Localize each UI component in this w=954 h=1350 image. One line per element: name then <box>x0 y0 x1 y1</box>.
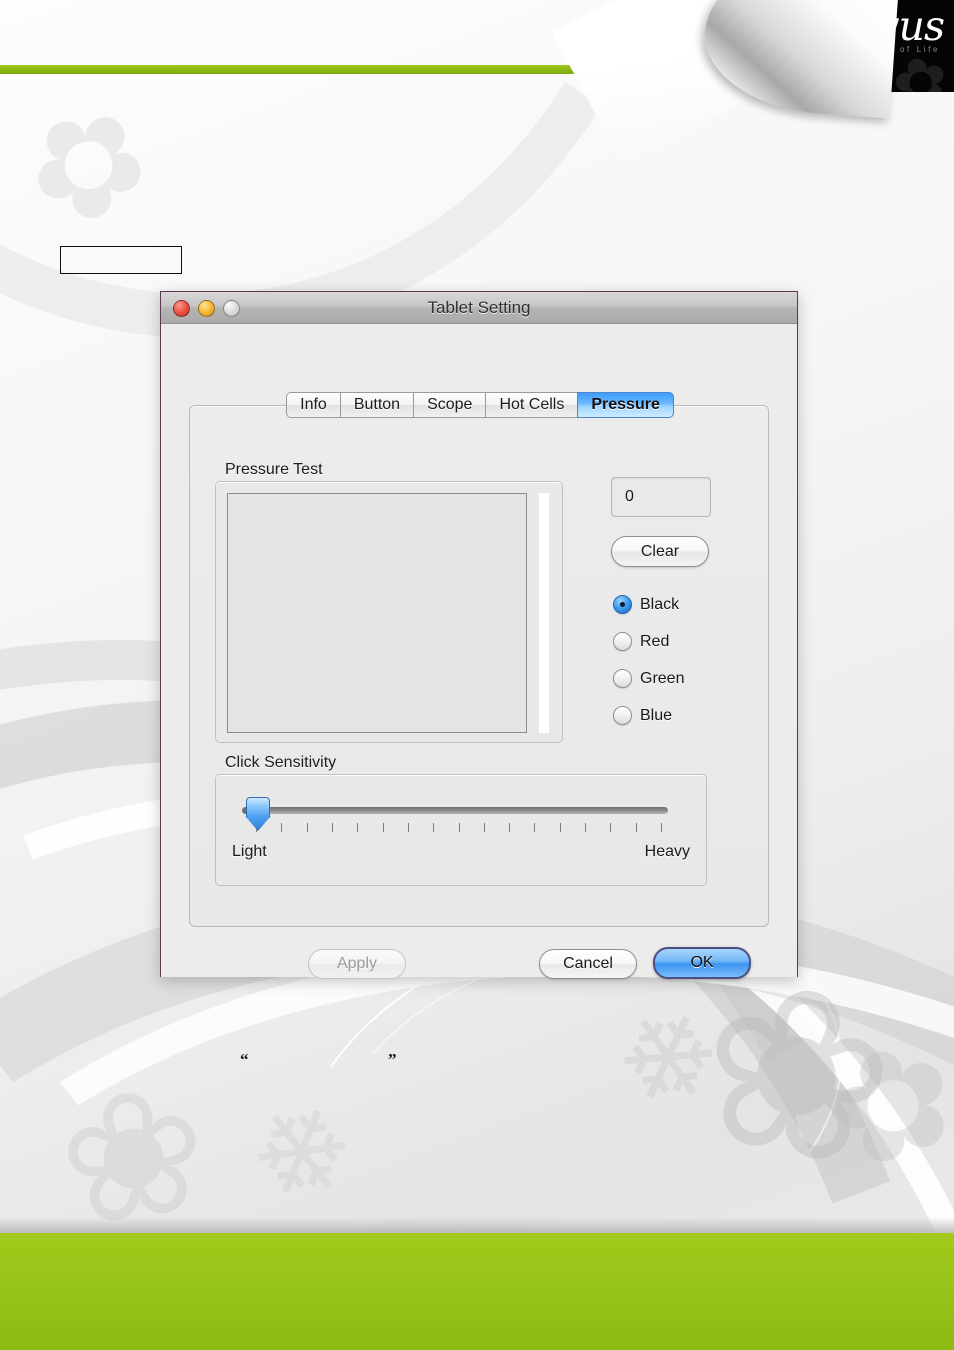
slider-tick <box>534 823 536 832</box>
sensitivity-max-label: Heavy <box>644 843 690 860</box>
dialog-body: Info Button Scope Hot Cells Pressure Pre… <box>161 324 799 979</box>
zoom-window-icon <box>223 300 240 317</box>
slider-tick <box>433 823 435 832</box>
radio-label-green: Green <box>640 669 685 687</box>
footer-green-band <box>0 1233 954 1350</box>
tab-pressure[interactable]: Pressure <box>577 392 674 418</box>
tab-hot-cells[interactable]: Hot Cells <box>485 392 578 418</box>
tab-info[interactable]: Info <box>286 392 340 418</box>
pen-color-radio-group: Black Red Green Blue <box>613 586 733 734</box>
slider-tick <box>610 823 612 832</box>
sensitivity-slider-thumb[interactable] <box>246 797 270 818</box>
slider-tick <box>635 823 637 832</box>
slider-tick <box>458 823 460 832</box>
caption-placeholder-box <box>60 246 182 274</box>
slider-tick <box>585 823 587 832</box>
click-sensitivity-label: Click Sensitivity <box>225 754 337 771</box>
slider-tick <box>281 823 283 832</box>
slider-tick <box>509 823 511 832</box>
pressure-test-group <box>215 481 563 743</box>
slider-tick <box>407 823 409 832</box>
close-window-icon[interactable] <box>173 300 190 317</box>
sensitivity-slider-ticks <box>256 823 662 832</box>
radio-option-green[interactable]: Green <box>613 660 733 697</box>
tab-button[interactable]: Button <box>339 392 414 418</box>
radio-option-black[interactable]: Black <box>613 586 733 623</box>
pressure-gauge-bar <box>539 493 549 733</box>
clear-button[interactable]: Clear <box>611 536 709 567</box>
quote-open-mark: “ <box>240 1050 249 1069</box>
sensitivity-slider-track[interactable] <box>242 807 668 814</box>
radio-label-black: Black <box>640 595 680 613</box>
click-sensitivity-group: Light Heavy <box>215 774 707 886</box>
minimize-window-icon[interactable] <box>198 300 215 317</box>
slider-tick <box>483 823 485 832</box>
slider-tick <box>559 823 561 832</box>
radio-icon-green[interactable] <box>613 669 632 688</box>
tab-scope[interactable]: Scope <box>413 392 486 418</box>
sensitivity-min-label: Light <box>232 843 267 860</box>
slider-tick <box>306 823 308 832</box>
radio-icon-red[interactable] <box>613 632 632 651</box>
footer-shadow <box>0 1217 954 1233</box>
ok-button[interactable]: OK <box>653 947 751 979</box>
page-background: ✿ ❀ ✿ ❄ ❀ ❄ ✿ kanvus A Splash of Life “”… <box>0 0 954 1350</box>
quote-close-mark: ” <box>388 1050 397 1069</box>
radio-option-blue[interactable]: Blue <box>613 697 733 734</box>
radio-option-red[interactable]: Red <box>613 623 733 660</box>
dialog-titlebar[interactable]: Tablet Setting <box>161 292 797 324</box>
dialog-title: Tablet Setting <box>427 297 531 317</box>
cancel-button[interactable]: Cancel <box>539 949 637 979</box>
pressure-test-label: Pressure Test <box>225 461 323 478</box>
pressure-value-field[interactable]: 0 <box>611 477 711 517</box>
radio-icon-black[interactable] <box>613 595 632 614</box>
floral-ornament-icon: ✿ <box>0 64 181 265</box>
tablet-setting-dialog: Tablet Setting Info Button Scope Hot Cel… <box>160 291 799 979</box>
radio-icon-blue[interactable] <box>613 706 632 725</box>
tab-bar: Info Button Scope Hot Cells Pressure <box>161 392 799 418</box>
apply-button[interactable]: Apply <box>308 949 406 979</box>
window-controls <box>173 300 240 317</box>
radio-label-blue: Blue <box>640 706 673 724</box>
slider-tick <box>357 823 359 832</box>
slider-tick <box>331 823 333 832</box>
pressure-test-canvas[interactable] <box>227 493 527 733</box>
radio-label-red: Red <box>640 632 670 650</box>
slider-tick <box>661 823 662 832</box>
quoted-caption: “” <box>240 1050 440 1070</box>
slider-tick <box>382 823 384 832</box>
